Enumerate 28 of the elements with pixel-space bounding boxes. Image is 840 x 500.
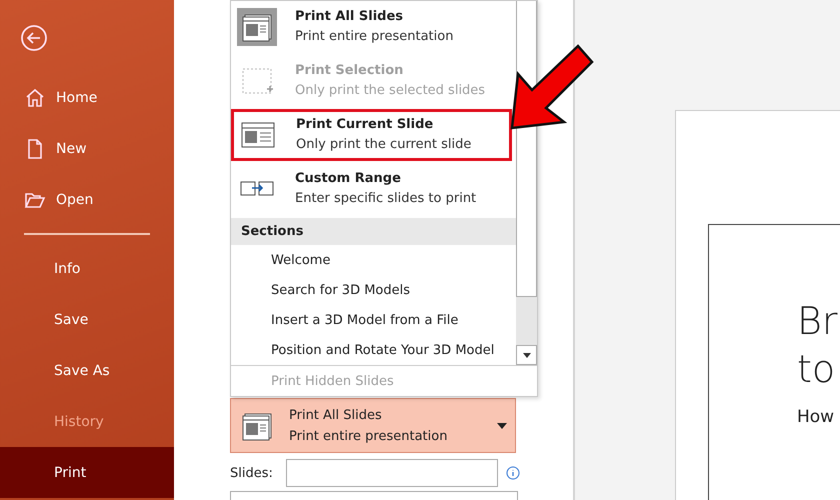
section-header: Sections	[231, 218, 516, 246]
menu-option[interactable]: Print Current Slide Only print the current slide	[231, 108, 512, 161]
sidebar-item[interactable]: Info	[0, 243, 174, 294]
section-item[interactable]: Insert a 3D Model from a File	[231, 305, 516, 336]
menu-option[interactable]: Print All Slides Print entire presentation	[231, 1, 512, 53]
print-range-dropdown[interactable]: Print All Slides Print entire presentation	[230, 398, 516, 453]
slide-title: Bri	[797, 298, 840, 345]
info-icon[interactable]	[506, 466, 520, 480]
sidebar-item[interactable]: Print	[0, 447, 174, 498]
slide-title: to	[797, 346, 836, 393]
home-icon	[24, 86, 46, 108]
section-item[interactable]: Position and Rotate Your 3D Model	[231, 335, 516, 365]
slides-input[interactable]	[286, 459, 498, 487]
caret-icon	[497, 422, 507, 428]
slide-subtitle: How	[797, 407, 836, 427]
back-button[interactable]	[20, 24, 48, 52]
slides-label: Slides:	[230, 466, 274, 480]
scroll-down-button[interactable]	[516, 345, 537, 365]
sidebar-item[interactable]: Save	[0, 294, 174, 345]
sidebar-item[interactable]: Home	[0, 72, 174, 123]
menu-option[interactable]: Custom Range Enter specific slides to print	[231, 162, 512, 214]
scroll-down-icon[interactable]	[522, 352, 530, 358]
dropdown-field[interactable]	[230, 491, 518, 500]
section-item[interactable]: Search for 3D Models	[231, 275, 516, 306]
section-item[interactable]: Welcome	[231, 245, 516, 276]
sidebar-item[interactable]: Save As	[0, 345, 174, 396]
sidebar-item[interactable]: Open	[0, 174, 174, 225]
sidebar-item[interactable]: New	[0, 123, 174, 174]
